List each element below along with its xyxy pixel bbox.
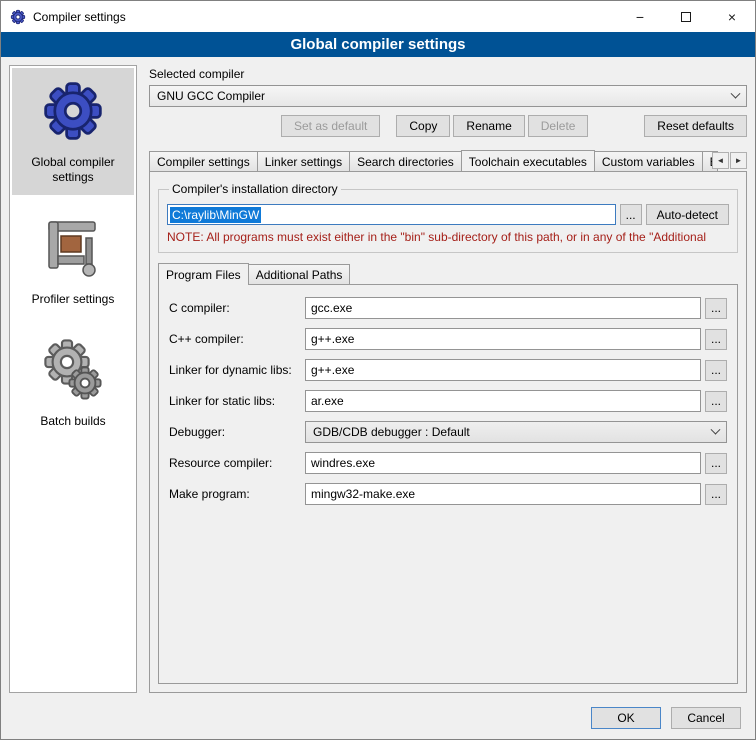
auto-detect-button[interactable]: Auto-detect: [646, 204, 729, 225]
browse-dynamic-linker-button[interactable]: ...: [705, 360, 727, 381]
sidebar-item-label: Profiler settings: [32, 292, 115, 307]
rename-button[interactable]: Rename: [453, 115, 524, 137]
page-title: Global compiler settings: [1, 32, 755, 57]
chevron-down-icon: [731, 88, 741, 98]
tab-program-files[interactable]: Program Files: [158, 263, 249, 285]
minimize-icon: −: [636, 9, 644, 25]
debugger-select[interactable]: GDB/CDB debugger : Default: [305, 421, 727, 443]
resource-compiler-input[interactable]: [305, 452, 701, 474]
browse-static-linker-button[interactable]: ...: [705, 391, 727, 412]
dynamic-libs-linker-input[interactable]: [305, 359, 701, 381]
installation-directory-label: Compiler's installation directory: [169, 182, 341, 196]
tab-scroll-left-button[interactable]: ◄: [712, 152, 729, 169]
reset-defaults-button[interactable]: Reset defaults: [644, 115, 747, 137]
delete-button: Delete: [528, 115, 589, 137]
make-program-input[interactable]: [305, 483, 701, 505]
copy-button[interactable]: Copy: [396, 115, 450, 137]
tab-custom-variables[interactable]: Custom variables: [594, 151, 703, 171]
field-row: Make program: ...: [169, 483, 727, 505]
installation-directory-value: C:\raylib\MinGW: [170, 207, 261, 223]
compiler-select[interactable]: GNU GCC Compiler: [149, 85, 747, 107]
tab-toolchain-executables[interactable]: Toolchain executables: [461, 150, 595, 171]
left-arrow-icon: ◄: [717, 156, 725, 165]
tab-compiler-settings[interactable]: Compiler settings: [149, 151, 258, 171]
ok-button[interactable]: OK: [591, 707, 661, 729]
cpp-compiler-label: C++ compiler:: [169, 332, 301, 346]
sidebar-item-label: Global compiler settings: [16, 155, 130, 185]
debugger-select-value: GDB/CDB debugger : Default: [313, 425, 470, 439]
tab-scroll-arrows: ◄ ►: [712, 152, 747, 169]
make-program-label: Make program:: [169, 487, 301, 501]
chevron-down-icon: [711, 424, 721, 434]
toolchain-executables-page: Compiler's installation directory C:\ray…: [149, 171, 747, 693]
close-button[interactable]: ×: [709, 1, 755, 32]
maximize-icon: [681, 12, 691, 22]
dialog-footer: OK Cancel: [1, 701, 755, 739]
right-arrow-icon: ►: [735, 156, 743, 165]
selected-compiler-label: Selected compiler: [149, 67, 747, 81]
clamp-icon: [37, 213, 109, 283]
field-row: Resource compiler: ...: [169, 452, 727, 474]
titlebar: Compiler settings − ×: [1, 1, 755, 32]
browse-cpp-compiler-button[interactable]: ...: [705, 329, 727, 350]
compiler-select-value: GNU GCC Compiler: [157, 89, 265, 103]
installation-directory-group: Compiler's installation directory C:\ray…: [158, 182, 738, 253]
installation-directory-input[interactable]: C:\raylib\MinGW: [167, 204, 616, 225]
browse-make-program-button[interactable]: ...: [705, 484, 727, 505]
installation-directory-row: C:\raylib\MinGW ... Auto-detect: [167, 204, 729, 225]
minimize-button[interactable]: −: [617, 1, 663, 32]
app-icon: [10, 9, 26, 25]
sidebar-item-profiler-settings[interactable]: Profiler settings: [12, 205, 134, 317]
browse-c-compiler-button[interactable]: ...: [705, 298, 727, 319]
compiler-settings-window: Compiler settings − × Global compiler se…: [0, 0, 756, 740]
cpp-compiler-input[interactable]: [305, 328, 701, 350]
tab-search-directories[interactable]: Search directories: [349, 151, 462, 171]
static-libs-linker-label: Linker for static libs:: [169, 394, 301, 408]
browse-directory-button[interactable]: ...: [620, 204, 642, 225]
program-files-panel: C compiler: ... C++ compiler: ... Linker…: [158, 284, 738, 684]
sidebar-item-global-compiler-settings[interactable]: Global compiler settings: [12, 68, 134, 195]
tab-scroll-right-button[interactable]: ►: [730, 152, 747, 169]
sidebar-item-label: Batch builds: [40, 414, 105, 429]
window-controls: − ×: [617, 1, 755, 32]
dynamic-libs-linker-label: Linker for dynamic libs:: [169, 363, 301, 377]
program-files-tabstrip: Program Files Additional Paths: [158, 263, 738, 284]
installation-note: NOTE: All programs must exist either in …: [167, 230, 729, 244]
window-title: Compiler settings: [33, 10, 126, 24]
compiler-actions: Set as default Copy Rename Delete Reset …: [149, 115, 747, 137]
settings-category-list: Global compiler settings Profiler settin…: [9, 65, 137, 693]
field-row: C compiler: ...: [169, 297, 727, 319]
tab-linker-settings[interactable]: Linker settings: [257, 151, 350, 171]
gray-gears-icon: [37, 335, 109, 405]
field-row: Debugger: GDB/CDB debugger : Default: [169, 421, 727, 443]
settings-tabstrip: Compiler settings Linker settings Search…: [149, 150, 747, 171]
field-row: Linker for dynamic libs: ...: [169, 359, 727, 381]
debugger-label: Debugger:: [169, 425, 301, 439]
field-row: Linker for static libs: ...: [169, 390, 727, 412]
cancel-button[interactable]: Cancel: [671, 707, 741, 729]
tab-additional-paths[interactable]: Additional Paths: [248, 264, 351, 284]
static-libs-linker-input[interactable]: [305, 390, 701, 412]
set-as-default-button: Set as default: [281, 115, 380, 137]
blue-gear-icon: [37, 76, 109, 146]
c-compiler-input[interactable]: [305, 297, 701, 319]
sidebar-item-batch-builds[interactable]: Batch builds: [12, 327, 134, 439]
c-compiler-label: C compiler:: [169, 301, 301, 315]
resource-compiler-label: Resource compiler:: [169, 456, 301, 470]
close-icon: ×: [728, 9, 736, 25]
dialog-body: Global compiler settings Profiler settin…: [1, 57, 755, 701]
global-compiler-settings-panel: Selected compiler GNU GCC Compiler Set a…: [149, 65, 747, 693]
maximize-button[interactable]: [663, 1, 709, 32]
field-row: C++ compiler: ...: [169, 328, 727, 350]
browse-resource-compiler-button[interactable]: ...: [705, 453, 727, 474]
